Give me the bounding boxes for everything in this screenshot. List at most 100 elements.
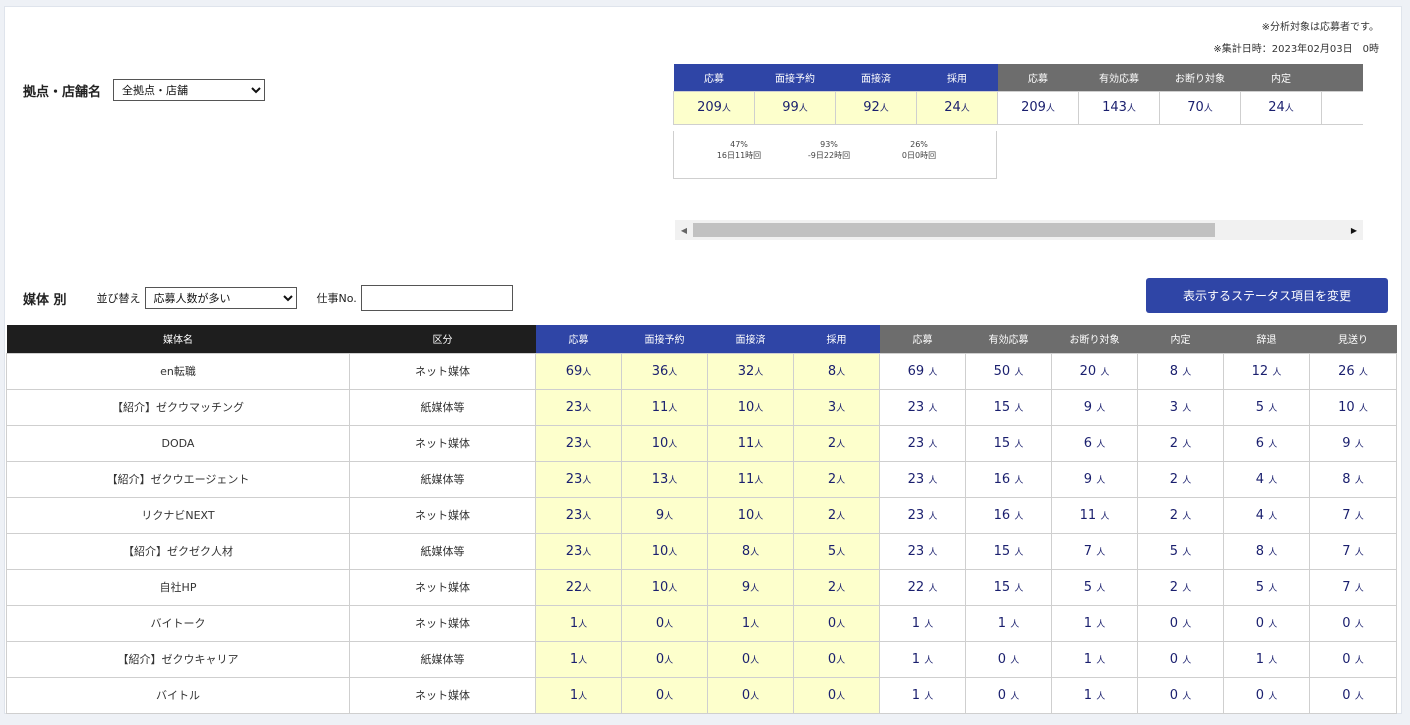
count-value: 12	[1251, 363, 1269, 379]
media-table: 媒体名 区分 応募 面接予約 面接済 採用 応募 有効応募 お断り対象 内定 辞退 見送り en転職ネ…	[6, 325, 1397, 714]
count-unit: 人	[928, 367, 938, 378]
change-status-columns-button[interactable]: 表示するステータス項目を変更	[1146, 278, 1388, 313]
count-value: 7	[1342, 507, 1351, 523]
summary-value: 24	[1268, 100, 1285, 115]
scroll-right-arrow-icon[interactable]: ▶	[1345, 226, 1363, 235]
count-unit: 人	[1182, 691, 1192, 702]
count-cell: 8 人	[1223, 532, 1310, 570]
count-value: 3	[1169, 399, 1179, 415]
summary-value: 24	[944, 100, 961, 115]
count-unit: 人	[1096, 691, 1106, 702]
media-name-cell: en転職	[6, 352, 350, 390]
media-name-cell: 【紹介】ゼクウエージェント	[6, 460, 350, 498]
sort-select[interactable]: 応募人数が多い	[144, 287, 297, 309]
count-cell: 4 人	[1223, 460, 1310, 498]
count-unit: 人	[1354, 547, 1364, 558]
count-value: 23	[565, 399, 583, 415]
summary-header-cell: 採用	[916, 64, 998, 91]
count-value: 0	[655, 615, 665, 631]
count-unit: 人	[1182, 367, 1192, 378]
count-cell: 15 人	[965, 424, 1052, 462]
summary-value-cell: 24人	[916, 90, 998, 125]
count-unit: 人	[1010, 655, 1020, 666]
count-cell: 0 人	[965, 676, 1052, 714]
count-unit: 人	[1096, 619, 1106, 630]
job-number-input[interactable]	[360, 285, 513, 311]
count-cell: 0 人	[1223, 676, 1310, 714]
rate-percent: 47%	[730, 140, 748, 149]
count-unit: 人	[1096, 583, 1106, 594]
count-value: 0	[1255, 687, 1265, 703]
count-value: 9	[1342, 435, 1351, 451]
count-value: 69	[907, 363, 925, 379]
table-header-cell: 媒体名	[6, 325, 350, 353]
count-unit: 人	[750, 691, 760, 702]
count-cell: 0人	[707, 676, 794, 714]
report-panel: ※分析対象は応募者です。 ※集計日時：2023年02月03日 0時 拠点・店舗名…	[4, 6, 1402, 714]
count-value: 8	[1169, 363, 1179, 379]
store-label: 拠点・店舗名	[23, 84, 102, 100]
count-unit: 人	[754, 367, 764, 378]
aggregation-datetime: ※集計日時：2023年02月03日 0時	[1213, 44, 1379, 55]
count-cell: 1 人	[1051, 676, 1138, 714]
summary-value: 209	[697, 100, 722, 115]
count-unit: 人	[1182, 619, 1192, 630]
scroll-track[interactable]	[693, 223, 1345, 237]
count-cell: 23人	[535, 460, 622, 498]
summary-horizontal-scrollbar[interactable]: ◀ ▶	[675, 220, 1363, 240]
count-value: 2	[1169, 579, 1179, 595]
scroll-thumb[interactable]	[693, 223, 1215, 237]
count-value: 2	[827, 435, 837, 451]
summary-value-cell: 70人	[1159, 90, 1241, 125]
count-unit: 人	[836, 547, 846, 558]
count-value: 0	[1169, 651, 1179, 667]
summary-table: 応募面接予約面接済採用応募有効応募お断り対象内定辞 209人99人92人24人2…	[673, 64, 1363, 125]
media-table-body: en転職 ネット媒体 69人 36人 32人 8人 69 人 50 人 20 人8 人 12 人2…	[6, 352, 1397, 714]
count-unit: 人	[1268, 439, 1278, 450]
scroll-left-arrow-icon[interactable]: ◀	[675, 226, 693, 235]
count-value: 10	[737, 399, 755, 415]
media-category-cell: ネット媒体	[349, 568, 536, 606]
count-value: 9	[1083, 471, 1093, 487]
summary-value-cell: 24人	[1240, 90, 1322, 125]
count-cell: 15 人	[965, 388, 1052, 426]
summary-value-cell: 209人	[997, 90, 1079, 125]
count-value: 5	[1083, 579, 1093, 595]
count-value: 6	[1083, 435, 1093, 451]
conversion-rate: 47% 16日11時回	[694, 131, 784, 178]
count-value: 5	[1169, 543, 1179, 559]
count-cell: 0 人	[965, 640, 1052, 678]
count-cell: 2人	[793, 496, 880, 534]
count-cell: 9 人	[1051, 460, 1138, 498]
count-cell: 23人	[535, 424, 622, 462]
count-value: 10	[651, 579, 669, 595]
count-value: 8	[1342, 471, 1351, 487]
count-cell: 7 人	[1309, 568, 1397, 606]
count-unit: 人	[1096, 547, 1106, 558]
count-unit: 人	[1096, 475, 1106, 486]
summary-value-row: 209人99人92人24人209人143人70人24人45人	[673, 90, 1363, 125]
count-value: 0	[1342, 687, 1351, 703]
count-unit: 人	[754, 403, 764, 414]
count-unit: 人	[664, 655, 674, 666]
count-unit: 人	[754, 439, 764, 450]
summary-header-cell: 内定	[1240, 64, 1322, 91]
count-value: 0	[1169, 687, 1179, 703]
count-value: 23	[565, 471, 583, 487]
count-value: 50	[993, 363, 1011, 379]
store-select[interactable]: 全拠点・店舗	[113, 79, 266, 101]
count-cell: 2 人	[1137, 424, 1224, 462]
table-header-cell: 面接済	[707, 325, 794, 353]
count-cell: 0 人	[1309, 604, 1397, 642]
count-cell: 11人	[621, 388, 708, 426]
count-unit: 人	[836, 619, 846, 630]
count-value: 23	[907, 507, 925, 523]
count-cell: 8 人	[1137, 352, 1224, 390]
summary-unit: 人	[721, 104, 731, 114]
count-cell: 5 人	[1223, 568, 1310, 606]
count-cell: 7 人	[1309, 532, 1397, 570]
count-value: 2	[827, 507, 837, 523]
count-cell: 2人	[793, 460, 880, 498]
count-cell: 0人	[707, 640, 794, 678]
summary-header-cell: 辞	[1321, 64, 1363, 91]
